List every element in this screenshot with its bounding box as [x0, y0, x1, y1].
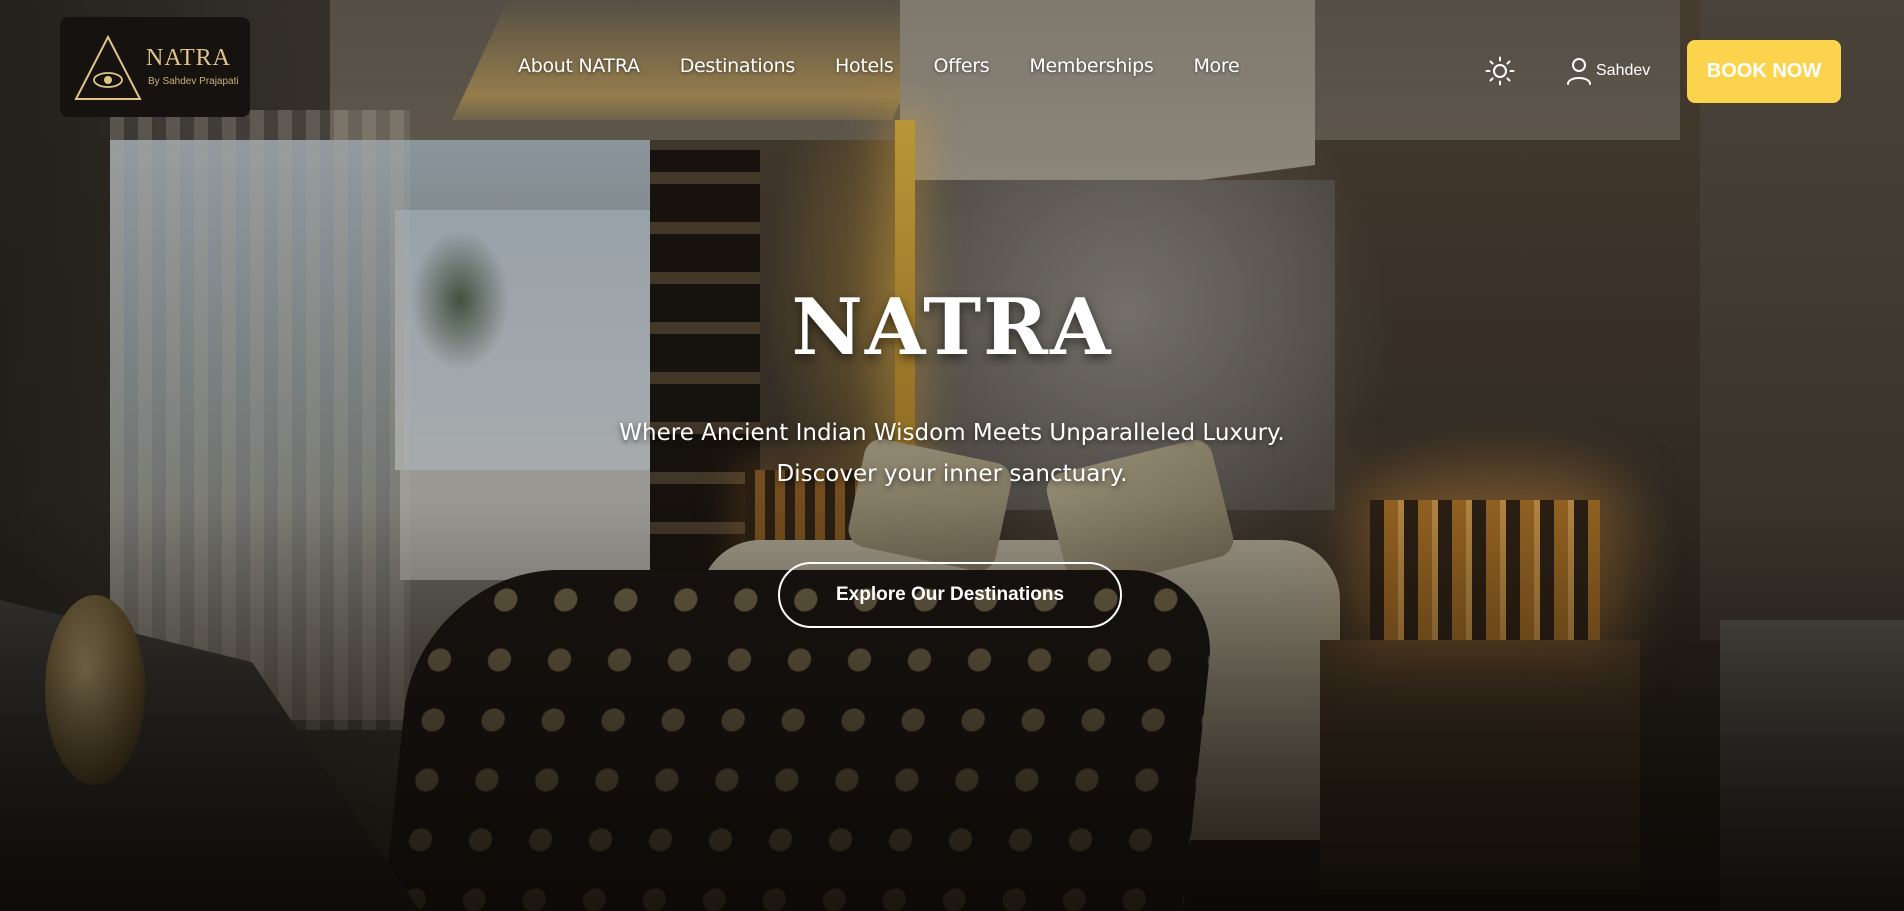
hero-subtitle-line-2: Discover your inner sanctuary.: [776, 461, 1128, 487]
user-icon: [1567, 58, 1591, 85]
logo-title: NATRA: [146, 45, 232, 71]
logo-tagline: By Sahdev Prajapati: [148, 76, 239, 87]
hero-section: NATRA By Sahdev Prajapati About NATRA De…: [0, 0, 1904, 911]
nav-item-memberships[interactable]: Memberships: [1029, 55, 1153, 77]
nav-item-destinations[interactable]: Destinations: [680, 55, 796, 77]
nav-item-hotels[interactable]: Hotels: [835, 55, 894, 77]
explore-destinations-button[interactable]: Explore Our Destinations: [778, 562, 1122, 628]
book-now-button[interactable]: BOOK NOW: [1687, 40, 1841, 103]
sun-icon: [1485, 56, 1515, 86]
brand-logo[interactable]: NATRA By Sahdev Prajapati: [60, 17, 250, 117]
main-nav: About NATRA Destinations Hotels Offers M…: [518, 55, 1240, 77]
user-account-button[interactable]: Sahdev: [1566, 57, 1650, 85]
hero-subtitle-line-1: Where Ancient Indian Wisdom Meets Unpara…: [619, 420, 1285, 446]
eye-triangle-icon: [74, 34, 142, 100]
nav-item-offers[interactable]: Offers: [933, 55, 989, 77]
user-name: Sahdev: [1596, 62, 1651, 79]
hero-subtitle: Where Ancient Indian Wisdom Meets Unpara…: [0, 413, 1904, 495]
nav-item-about[interactable]: About NATRA: [518, 55, 640, 77]
nav-item-more[interactable]: More: [1193, 55, 1239, 77]
hero-title: NATRA: [791, 282, 1113, 373]
theme-toggle-button[interactable]: [1485, 56, 1515, 86]
